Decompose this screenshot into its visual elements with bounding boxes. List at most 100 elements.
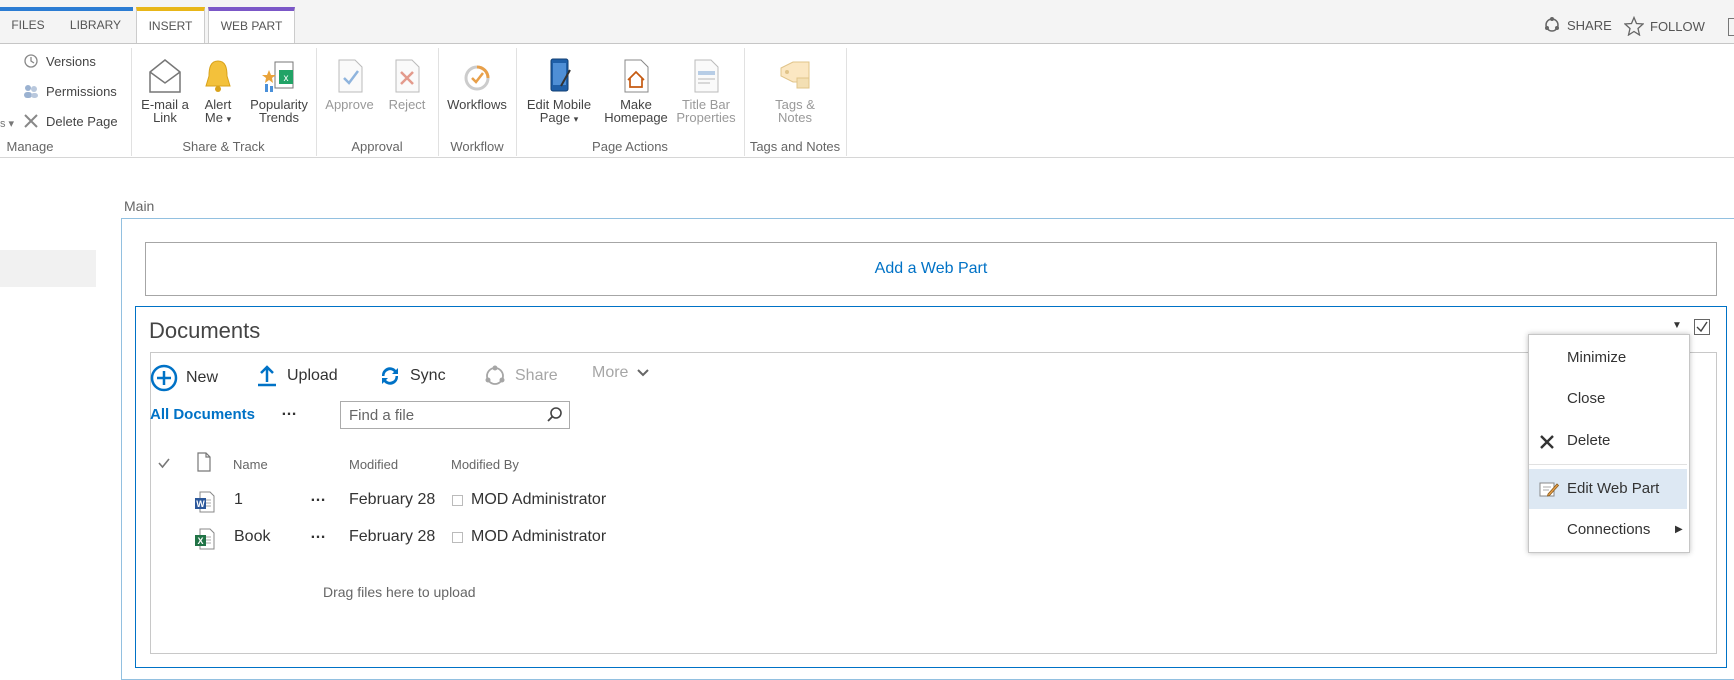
- alert-label-2: Me: [204, 110, 223, 125]
- follow-link[interactable]: FOLLOW: [1624, 16, 1705, 36]
- delete-x-icon: [24, 114, 38, 128]
- reject-doc-icon: [395, 59, 420, 93]
- approve-button[interactable]: Approve: [322, 56, 377, 111]
- upload-button[interactable]: Upload: [255, 364, 338, 388]
- email-link-button[interactable]: E-mail a Link: [136, 56, 194, 124]
- sync-icon: [381, 367, 399, 385]
- delete-page-button[interactable]: Delete Page: [22, 112, 118, 130]
- sync-button[interactable]: Sync: [378, 364, 446, 388]
- file-name-link[interactable]: Book: [234, 528, 270, 546]
- workflows-icon: [464, 65, 490, 91]
- upload-arrow-icon: [258, 365, 276, 387]
- modified-date: February 28: [349, 491, 436, 508]
- make-homepage-button[interactable]: Make Homepage: [601, 56, 671, 124]
- menu-item-edit-web-part[interactable]: Edit Web Part: [1529, 469, 1687, 509]
- svg-text:X: X: [197, 536, 203, 546]
- add-web-part-button[interactable]: Add a Web Part: [145, 242, 1717, 296]
- web-part-select-checkbox[interactable]: [1694, 319, 1710, 335]
- edit-mobile-page-button[interactable]: Edit Mobile Page ▾: [522, 56, 596, 126]
- popularity-trends-button[interactable]: x Popularity Trends: [245, 56, 313, 124]
- popularity-label-2: Trends: [259, 110, 299, 125]
- web-part-title[interactable]: Documents: [149, 318, 260, 344]
- star-icon: [1624, 16, 1644, 36]
- approve-doc-icon: [338, 59, 362, 93]
- delete-page-label: Delete Page: [46, 113, 118, 129]
- menu-divider: [1529, 464, 1687, 465]
- more-label: More: [592, 364, 629, 381]
- modified-by[interactable]: MOD Administrator: [471, 528, 606, 546]
- share-doc-label: Share: [515, 367, 558, 384]
- column-header-modified[interactable]: Modified: [349, 457, 398, 472]
- tab-files[interactable]: FILES: [0, 7, 56, 43]
- row-ellipsis-icon[interactable]: …: [310, 488, 326, 506]
- approve-label: Approve: [325, 97, 374, 112]
- zone-title: Main: [124, 198, 155, 214]
- follow-label: FOLLOW: [1650, 18, 1705, 34]
- envelope-icon: [149, 59, 181, 93]
- menu-item-connections-label: Connections: [1567, 521, 1651, 538]
- make-homepage-label-2: Homepage: [604, 110, 668, 125]
- versions-label: Versions: [46, 53, 96, 69]
- row-ellipsis-icon[interactable]: …: [310, 525, 326, 543]
- presence-indicator: [452, 495, 463, 506]
- dropdown-arrow-icon[interactable]: s ▾: [0, 117, 14, 130]
- search-icon[interactable]: [546, 406, 564, 424]
- tab-insert[interactable]: INSERT: [136, 7, 205, 43]
- new-button[interactable]: New: [150, 364, 218, 392]
- view-options-ellipsis-icon[interactable]: …: [281, 402, 297, 420]
- share-icon: [485, 365, 505, 385]
- menu-item-close[interactable]: Close: [1529, 380, 1687, 418]
- tags-notes-button[interactable]: Tags & Notes: [760, 56, 830, 124]
- title-bar-properties-button[interactable]: Title Bar Properties: [674, 56, 738, 124]
- reject-button[interactable]: Reject: [382, 56, 432, 111]
- focus-content-icon[interactable]: [1728, 18, 1734, 36]
- search-input[interactable]: Find a file: [340, 401, 570, 429]
- title-bar-properties-icon: [694, 59, 719, 93]
- select-all-check-icon[interactable]: [157, 456, 171, 470]
- home-page-icon: [624, 59, 649, 93]
- left-nav-placeholder: [0, 250, 96, 287]
- edit-mobile-label-2: Page: [539, 110, 571, 125]
- popularity-trends-icon: x: [262, 61, 294, 92]
- word-doc-icon: W: [195, 491, 215, 513]
- versions-icon: [24, 54, 38, 68]
- presence-indicator: [452, 532, 463, 543]
- chevron-down-icon: [637, 369, 650, 377]
- workflows-label: Workflows: [447, 97, 507, 112]
- file-type-icon: [197, 452, 211, 472]
- email-label-2: Link: [153, 110, 177, 125]
- more-button[interactable]: More: [592, 364, 650, 382]
- tab-web-part[interactable]: WEB PART: [208, 7, 295, 43]
- plus-circle-icon: [150, 364, 178, 392]
- workflows-button[interactable]: Workflows: [442, 56, 512, 111]
- edit-web-part-icon: [1539, 482, 1559, 497]
- modified-by[interactable]: MOD Administrator: [471, 491, 606, 509]
- permissions-button[interactable]: Permissions: [22, 82, 117, 100]
- view-all-documents[interactable]: All Documents: [150, 406, 255, 423]
- menu-item-delete[interactable]: Delete: [1529, 422, 1687, 460]
- menu-item-connections[interactable]: Connections ▶: [1529, 511, 1687, 549]
- column-header-name[interactable]: Name: [233, 457, 268, 472]
- share-link[interactable]: SHARE: [1543, 16, 1612, 34]
- group-label-manage: Manage: [6, 139, 54, 154]
- share-doc-button[interactable]: Share: [483, 364, 558, 388]
- tab-library[interactable]: LIBRARY: [58, 7, 133, 43]
- checkmark-icon: [1696, 321, 1708, 333]
- column-header-modified-by[interactable]: Modified By: [451, 457, 519, 472]
- modified-date: February 28: [349, 528, 436, 545]
- web-part-menu-arrow-icon[interactable]: ▼: [1672, 320, 1682, 331]
- alert-me-button[interactable]: Alert Me ▾: [198, 56, 238, 126]
- group-label-tags-notes: Tags and Notes: [749, 139, 841, 154]
- file-name-link[interactable]: 1: [234, 491, 243, 509]
- tag-icon: [780, 61, 810, 89]
- versions-button[interactable]: Versions: [22, 52, 96, 70]
- title-bar-label-2: Properties: [676, 110, 736, 125]
- mobile-page-icon: [550, 58, 571, 92]
- new-label: New: [186, 369, 219, 386]
- menu-item-minimize[interactable]: Minimize: [1529, 339, 1687, 377]
- group-label-share-track: Share & Track: [182, 139, 265, 154]
- group-label-workflow: Workflow: [450, 139, 504, 154]
- group-label-page-actions: Page Actions: [592, 139, 668, 154]
- delete-x-icon: [1540, 435, 1554, 449]
- share-icon: [1545, 17, 1559, 32]
